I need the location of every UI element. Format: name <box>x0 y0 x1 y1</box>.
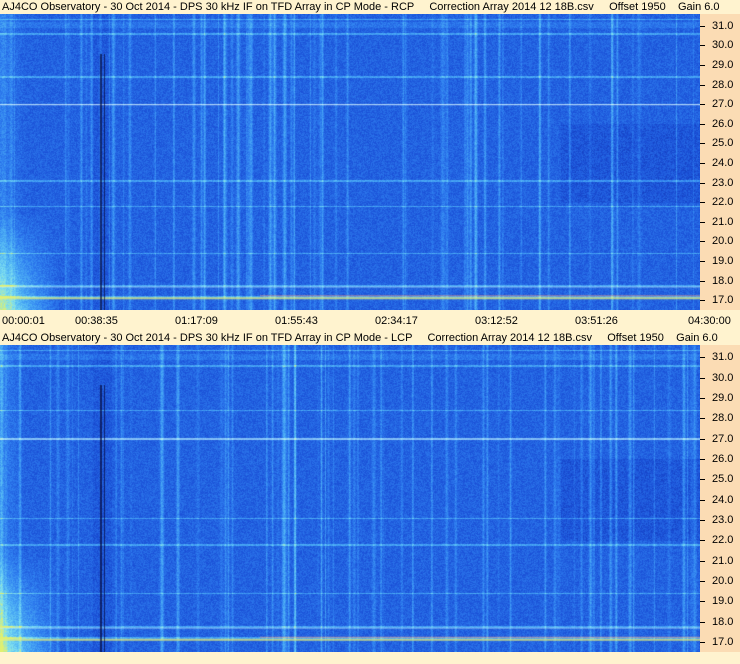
y-tick-mark <box>700 64 705 66</box>
y-tick-label: 21.0 <box>712 554 734 567</box>
y-tick-mark <box>700 438 705 440</box>
y-tick-label: 21.0 <box>712 215 734 228</box>
y-tick-mark <box>700 104 705 106</box>
rcp-title: AJ4CO Observatory - 30 Oct 2014 - DPS 30… <box>0 0 740 14</box>
y-tick-label: 26.0 <box>712 117 734 130</box>
y-tick-mark <box>700 300 705 302</box>
y-tick-mark <box>700 641 705 643</box>
y-tick-mark <box>700 560 705 562</box>
y-tick-mark <box>700 601 705 603</box>
y-tick-mark <box>700 540 705 542</box>
lcp-title: AJ4CO Observatory - 30 Oct 2014 - DPS 30… <box>0 331 740 345</box>
x-tick-label: 02:34:17 <box>375 315 418 327</box>
y-tick-label: 19.0 <box>712 595 734 608</box>
y-tick-mark <box>700 143 705 145</box>
y-tick-mark <box>700 357 705 359</box>
y-tick-mark <box>700 202 705 204</box>
y-tick-label: 31.0 <box>712 19 734 32</box>
lcp-spectrogram <box>0 345 700 652</box>
y-tick-label: 31.0 <box>712 351 734 364</box>
y-tick-mark <box>700 519 705 521</box>
y-tick-mark <box>700 241 705 243</box>
x-tick-label: 00:00:01 <box>2 315 45 327</box>
y-tick-label: 18.0 <box>712 274 734 287</box>
y-tick-label: 23.0 <box>712 176 734 189</box>
y-tick-label: 28.0 <box>712 412 734 425</box>
y-tick-mark <box>700 25 705 27</box>
y-tick-label: 26.0 <box>712 452 734 465</box>
y-tick-mark <box>700 479 705 481</box>
y-tick-mark <box>700 45 705 47</box>
y-tick-label: 20.0 <box>712 574 734 587</box>
y-tick-mark <box>700 123 705 125</box>
y-tick-mark <box>700 221 705 223</box>
y-tick-label: 17.0 <box>712 294 734 307</box>
y-tick-mark <box>700 84 705 86</box>
y-tick-label: 17.0 <box>712 635 734 648</box>
x-tick-label: 00:38:35 <box>75 315 118 327</box>
y-tick-label: 24.0 <box>712 156 734 169</box>
y-tick-mark <box>700 260 705 262</box>
y-tick-mark <box>700 162 705 164</box>
y-tick-label: 28.0 <box>712 78 734 91</box>
y-tick-mark <box>700 580 705 582</box>
y-tick-label: 24.0 <box>712 493 734 506</box>
rcp-spectrogram <box>0 14 700 310</box>
y-tick-label: 29.0 <box>712 58 734 71</box>
x-tick-label: 04:30:00 <box>688 315 731 327</box>
y-tick-mark <box>700 377 705 379</box>
rcp-time-axis: 00:00:01 00:38:35 01:17:09 01:55:43 02:34:17… <box>0 314 740 328</box>
y-tick-mark <box>700 280 705 282</box>
y-tick-label: 25.0 <box>712 137 734 150</box>
y-tick-label: 30.0 <box>712 371 734 384</box>
lcp-panel: AJ4CO Observatory - 30 Oct 2014 - DPS 30… <box>0 331 740 664</box>
lcp-frequency-axis: 31.0 30.0 29.0 28.0 27.0 26.0 25.0 24.0 23.0 22.0… <box>700 345 740 652</box>
y-tick-mark <box>700 418 705 420</box>
y-tick-mark <box>700 458 705 460</box>
x-tick-label: 01:55:43 <box>275 315 318 327</box>
y-tick-label: 30.0 <box>712 39 734 52</box>
y-tick-label: 27.0 <box>712 432 734 445</box>
y-tick-label: 23.0 <box>712 513 734 526</box>
y-tick-label: 18.0 <box>712 615 734 628</box>
y-tick-label: 25.0 <box>712 473 734 486</box>
x-tick-label: 01:17:09 <box>175 315 218 327</box>
y-tick-label: 27.0 <box>712 98 734 111</box>
lcp-time-axis-empty <box>0 652 740 664</box>
rcp-panel: AJ4CO Observatory - 30 Oct 2014 - DPS 30… <box>0 0 740 331</box>
y-tick-mark <box>700 182 705 184</box>
y-tick-mark <box>700 621 705 623</box>
x-tick-label: 03:51:26 <box>575 315 618 327</box>
y-tick-mark <box>700 397 705 399</box>
y-tick-label: 22.0 <box>712 196 734 209</box>
y-tick-label: 19.0 <box>712 254 734 267</box>
x-tick-label: 03:12:52 <box>475 315 518 327</box>
rcp-frequency-axis: 31.0 30.0 29.0 28.0 27.0 26.0 25.0 24.0 23.0 22.0… <box>700 14 740 310</box>
y-tick-label: 20.0 <box>712 235 734 248</box>
y-tick-label: 22.0 <box>712 534 734 547</box>
y-tick-label: 29.0 <box>712 391 734 404</box>
y-tick-mark <box>700 499 705 501</box>
